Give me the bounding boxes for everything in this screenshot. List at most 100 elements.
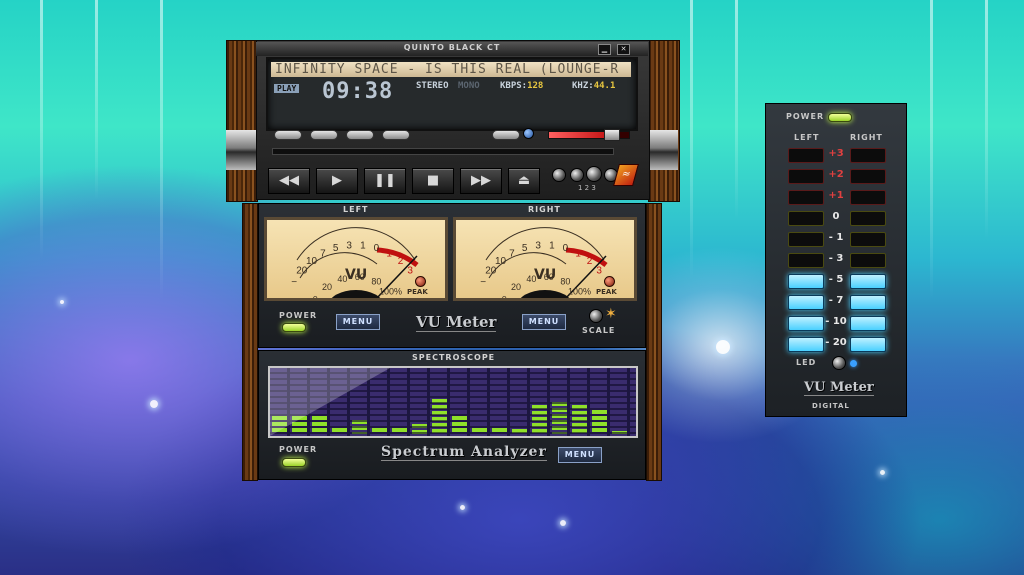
mini-knob-2[interactable] bbox=[570, 168, 584, 182]
wood-panel-right bbox=[648, 40, 680, 202]
digital-cell-left bbox=[788, 148, 824, 163]
right-scale-bottom-0: 0 bbox=[502, 295, 507, 298]
left-peak-led bbox=[415, 276, 426, 287]
right-vu-label: VU bbox=[534, 267, 557, 283]
mini-knob-3[interactable] bbox=[586, 166, 602, 182]
digital-cell-left bbox=[788, 274, 824, 289]
scale-knob[interactable] bbox=[589, 309, 603, 323]
digital-vu-panel: POWER LEFT RIGHT +3 +2 +1 0 - 1 - 3 - 5 - 7 - 10… bbox=[765, 103, 907, 417]
right-scale-top-7: 0 bbox=[563, 243, 569, 254]
previous-button[interactable]: ◀◀ bbox=[268, 168, 310, 194]
wood-panel-left-lower bbox=[242, 203, 258, 481]
digital-level-label: - 20 bbox=[825, 337, 847, 348]
digital-cell-right bbox=[850, 148, 886, 163]
vu-menu-left-button[interactable]: MENU bbox=[336, 314, 380, 330]
right-channel-label: RIGHT bbox=[528, 205, 561, 214]
digital-cell-left bbox=[788, 316, 824, 331]
right-scale-top-2: 10 bbox=[495, 256, 507, 267]
spec-power-led[interactable] bbox=[282, 458, 306, 467]
digital-level-label: - 7 bbox=[828, 295, 844, 306]
spectroscope-title: SPECTROSCOPE bbox=[412, 353, 496, 362]
digital-cell-right bbox=[850, 253, 886, 268]
right-peak-label: PEAK bbox=[596, 288, 617, 296]
close-button[interactable]: ✕ bbox=[617, 44, 630, 55]
shuffle-button[interactable] bbox=[346, 130, 374, 140]
left-scale-bottom-4: 80 bbox=[371, 277, 381, 287]
bitrate-readout: KBPS:128 bbox=[500, 81, 543, 91]
vu-power-led[interactable] bbox=[282, 323, 306, 332]
mono-indicator: MONO bbox=[458, 81, 480, 91]
title-bar[interactable]: QUINTO BLACK CT ▁ ✕ bbox=[256, 42, 648, 56]
digital-right-label: RIGHT bbox=[850, 133, 883, 142]
digital-power-led[interactable] bbox=[828, 113, 852, 122]
repeat-button[interactable] bbox=[382, 130, 410, 140]
kbps-label: KBPS: bbox=[500, 81, 528, 91]
left-channel-label: LEFT bbox=[343, 205, 369, 214]
digital-level-label: 0 bbox=[832, 211, 840, 222]
right-scale-bottom-5: 100% bbox=[568, 287, 591, 297]
vu-menu-right-button[interactable]: MENU bbox=[522, 314, 566, 330]
stop-button[interactable]: ■ bbox=[412, 168, 454, 194]
led-knob[interactable] bbox=[832, 356, 846, 370]
digital-power-label: POWER bbox=[786, 112, 825, 121]
play-button[interactable]: ▶ bbox=[316, 168, 358, 194]
digital-cell-right bbox=[850, 232, 886, 247]
playlist-button[interactable] bbox=[310, 130, 338, 140]
left-scale-bottom-1: 20 bbox=[322, 282, 332, 292]
minimize-button[interactable]: ▁ bbox=[598, 44, 611, 55]
track-title-marquee: INFINITY SPACE - IS THIS REAL (LOUNGE-R bbox=[271, 62, 631, 77]
digital-cell-left bbox=[788, 211, 824, 226]
left-scale-top-10: 3 bbox=[407, 266, 413, 277]
spectrum-display bbox=[268, 366, 638, 438]
right-scale-bottom-4: 80 bbox=[560, 277, 570, 287]
left-scale-top-8: 1 bbox=[386, 248, 392, 259]
led-indicator bbox=[850, 360, 857, 367]
spec-menu-button[interactable]: MENU bbox=[558, 447, 602, 463]
next-button[interactable]: ▶▶ bbox=[460, 168, 502, 194]
digital-level-label: - 1 bbox=[828, 232, 844, 243]
left-scale-top-6: 1 bbox=[360, 240, 366, 251]
left-scale-top-3: 7 bbox=[320, 248, 326, 259]
digital-cell-left bbox=[788, 190, 824, 205]
wood-panel-right-lower bbox=[646, 203, 662, 481]
balance-button[interactable] bbox=[492, 130, 520, 140]
right-scale-top-10: 3 bbox=[596, 266, 602, 277]
digital-subtitle: DIGITAL bbox=[812, 402, 850, 410]
right-scale-top-6: 1 bbox=[549, 240, 555, 251]
digital-level-label: - 10 bbox=[825, 316, 847, 327]
pause-button[interactable]: ❚❚ bbox=[364, 168, 406, 194]
spec-power-label: POWER bbox=[279, 445, 318, 454]
volume-knob[interactable] bbox=[604, 129, 621, 141]
digital-level-label: +2 bbox=[828, 169, 844, 180]
digital-cell-left bbox=[788, 337, 824, 352]
digital-cell-right bbox=[850, 190, 886, 205]
eq-button[interactable] bbox=[274, 130, 302, 140]
mini-knob-labels: 1 2 3 bbox=[578, 184, 596, 192]
left-scale-bottom-5: 100% bbox=[379, 287, 402, 297]
left-scale-top-4: 5 bbox=[333, 243, 339, 254]
vu-meter-brand: VU Meter bbox=[416, 313, 497, 332]
digital-level-label: - 3 bbox=[828, 253, 844, 264]
mini-knob-1[interactable] bbox=[552, 168, 566, 182]
right-scale-bottom-1: 20 bbox=[511, 282, 521, 292]
balance-knob[interactable] bbox=[523, 128, 534, 139]
seek-bar[interactable] bbox=[272, 148, 614, 155]
vu-power-label: POWER bbox=[279, 311, 318, 320]
chrome-cap-right bbox=[648, 130, 678, 170]
scale-label: SCALE bbox=[582, 326, 616, 335]
scale-star-icon[interactable]: ✶ bbox=[605, 306, 617, 322]
left-scale-top-0: − bbox=[291, 277, 297, 288]
digital-cell-left bbox=[788, 253, 824, 268]
left-scale-top-5: 3 bbox=[346, 240, 352, 251]
window-title: QUINTO BLACK CT bbox=[403, 43, 501, 52]
vu-meter-left: −201075310123+020406080100%VUPEAK bbox=[264, 217, 448, 301]
left-scale-top-9: 2 bbox=[398, 256, 404, 267]
right-scale-top-5: 3 bbox=[535, 240, 541, 251]
left-scale-top-1: 20 bbox=[296, 266, 308, 277]
left-vu-label: VU bbox=[345, 267, 368, 283]
digital-brand: VU Meter bbox=[804, 380, 874, 396]
led-label: LED bbox=[796, 358, 817, 367]
eject-button[interactable]: ⏏ bbox=[508, 168, 540, 194]
volume-slider[interactable] bbox=[548, 129, 630, 141]
elapsed-time[interactable]: 09:38 bbox=[322, 79, 393, 104]
